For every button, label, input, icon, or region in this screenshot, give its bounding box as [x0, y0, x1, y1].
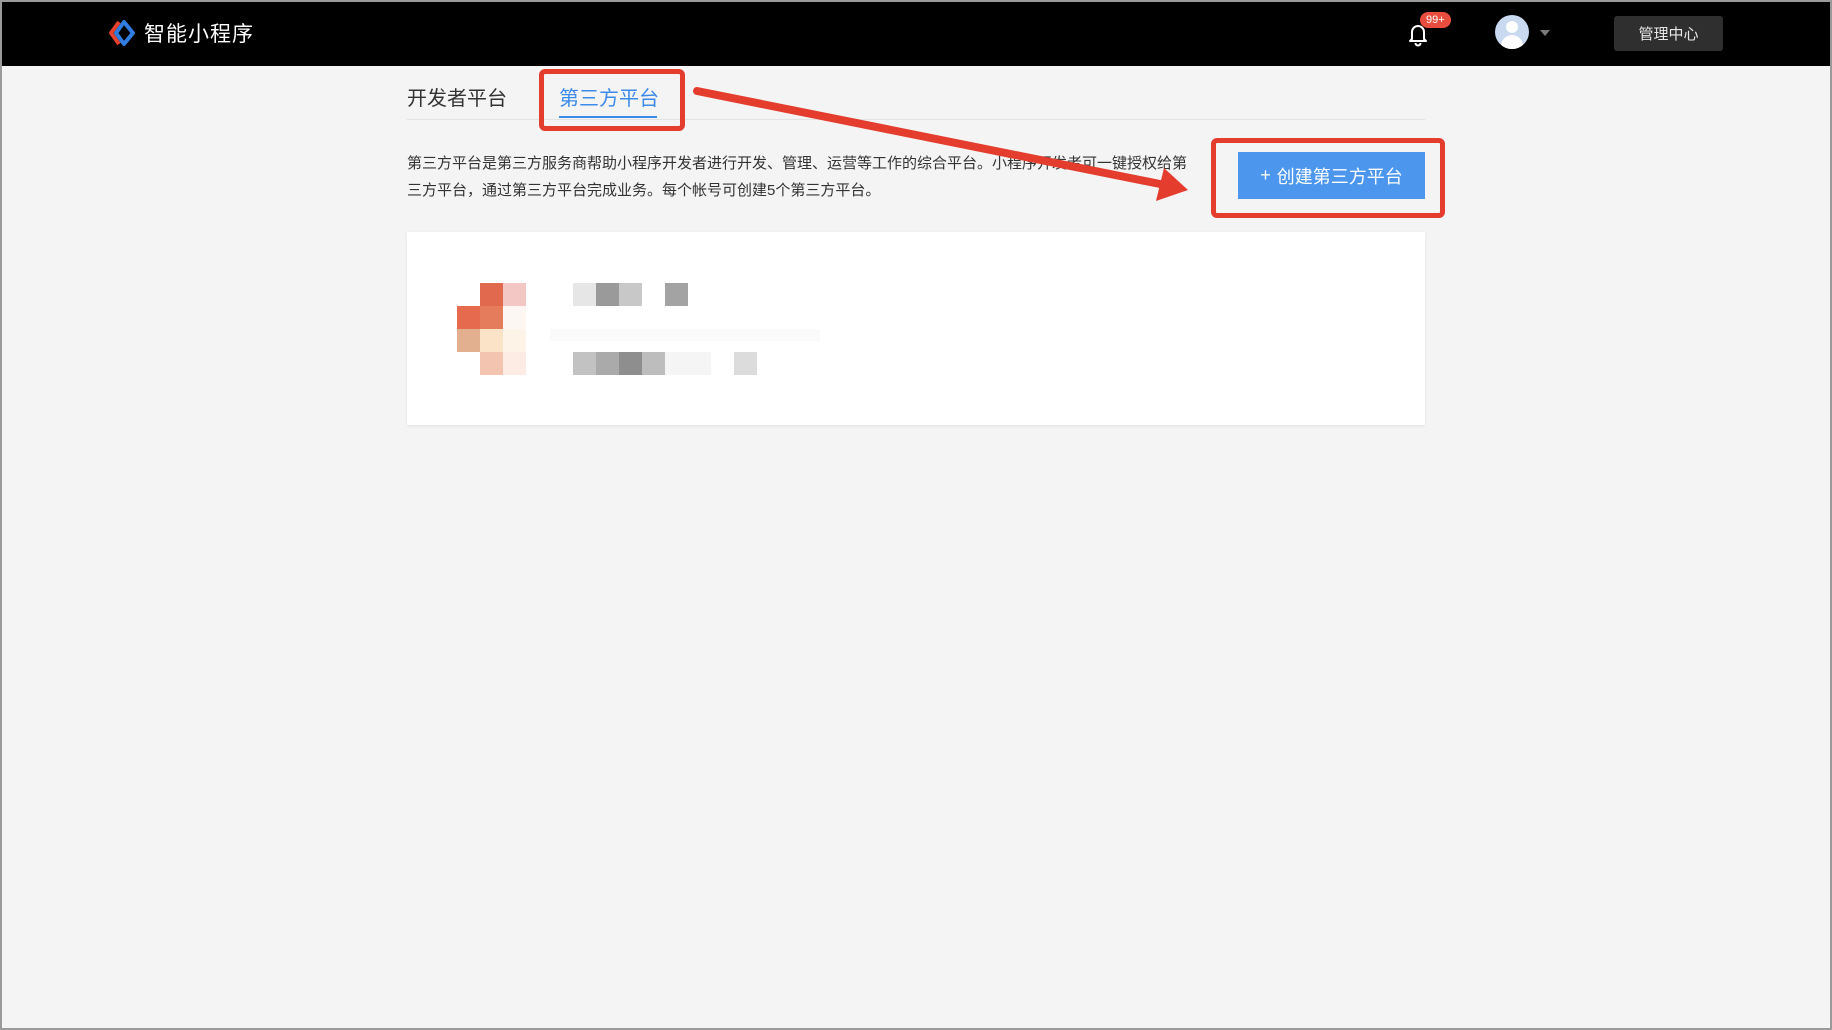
app-name: 智能小程序: [144, 23, 254, 46]
admin-center-button[interactable]: 管理中心: [1614, 16, 1723, 51]
platform-card[interactable]: [407, 232, 1425, 425]
logo-icon: [109, 20, 135, 46]
avatar[interactable]: [1495, 15, 1529, 49]
avatar-body: [1501, 35, 1523, 49]
tab-developer-platform[interactable]: 开发者平台: [407, 82, 507, 111]
top-navigation-bar: 智能小程序 99+ 管理中心: [0, 0, 1832, 66]
notification-badge: 99+: [1420, 12, 1451, 28]
highlight-box-tab: [539, 69, 685, 131]
highlight-box-create-button: [1211, 138, 1445, 218]
app-logo[interactable]: 智能小程序: [108, 18, 254, 48]
platform-description: 第三方平台是第三方服务商帮助小程序开发者进行开发、管理、运营等工作的综合平台。小…: [407, 155, 1188, 199]
avatar-head: [1506, 21, 1518, 33]
chevron-down-icon[interactable]: [1540, 30, 1550, 36]
